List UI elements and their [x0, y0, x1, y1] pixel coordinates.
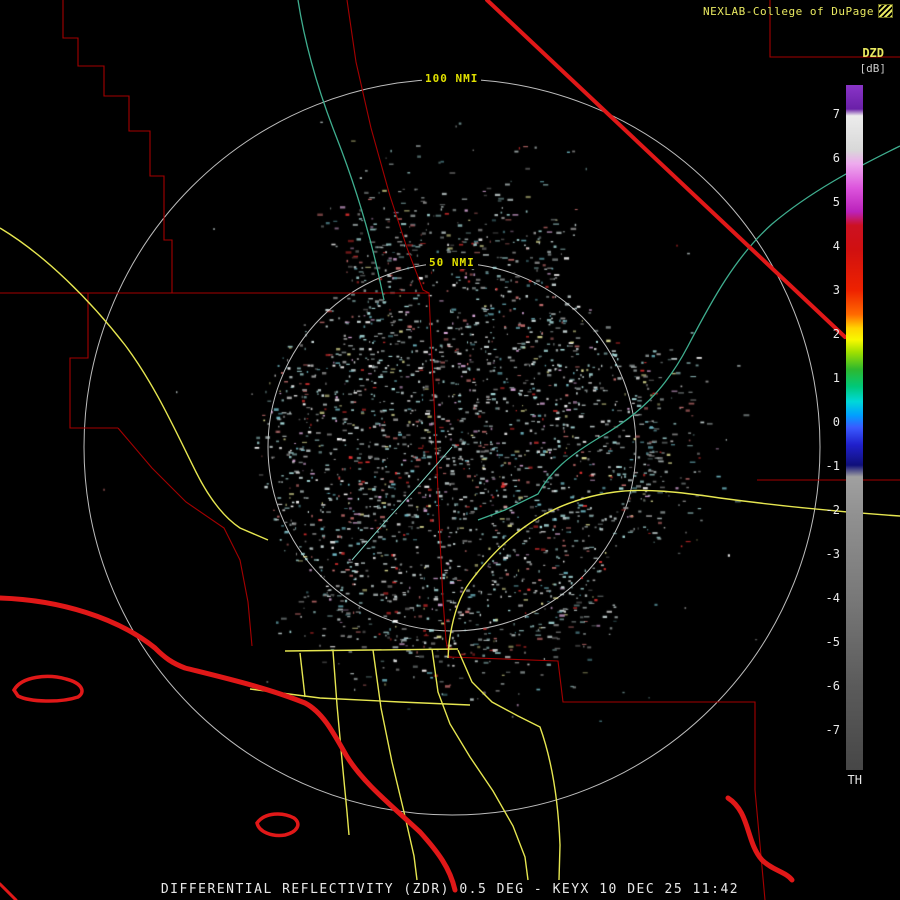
- coastal-road-line: [0, 595, 458, 893]
- colorbar-tick: 0: [832, 415, 840, 429]
- colorbar-tick: -5: [825, 635, 840, 649]
- county-boundary-line: [69, 293, 118, 429]
- county-boundary-line: [117, 427, 253, 647]
- colorbar-tick: 4: [832, 239, 840, 253]
- river-line: [297, 0, 385, 301]
- highway-line: [372, 649, 418, 881]
- map-overlay-layer: [0, 0, 900, 900]
- colorbar-tick: 6: [832, 151, 840, 165]
- colorbar-tick: 7: [832, 107, 840, 121]
- colorbar-tick: -7: [825, 723, 840, 737]
- river-line: [351, 446, 453, 561]
- colorbar-ticks: 7 6 5 4 3 2 1 0 -1 -2 -3 -4 -5 -6 -7: [810, 0, 900, 800]
- radar-display: 100 NMI 50 NMI NEXLAB-College of DuPage …: [0, 0, 900, 900]
- colorbar-tick: 3: [832, 283, 840, 297]
- inner-ring-label: 50 NMI: [426, 256, 478, 269]
- county-boundary-line: [346, 0, 450, 658]
- interstate-line: [485, 0, 847, 339]
- colorbar-panel: DZD [dB] 7 6 5 4 3 2 1 0 -1 -2 -3 -4 -5 -6 -7 TH: [810, 0, 900, 800]
- outer-ring-label: 100 NMI: [422, 72, 482, 85]
- highway-line: [431, 648, 529, 881]
- colorbar-tick: 2: [832, 327, 840, 341]
- highways: [0, 227, 900, 881]
- island-outline: [255, 812, 300, 838]
- colorbar-tick: -2: [825, 503, 840, 517]
- colorbar-bottom-label: TH: [847, 773, 862, 787]
- highway-line: [299, 652, 306, 698]
- colorbar-tick: 5: [832, 195, 840, 209]
- colorbar-tick: -6: [825, 679, 840, 693]
- highway-line: [0, 227, 269, 541]
- colorbar-tick: -3: [825, 547, 840, 561]
- major-roads: [0, 0, 847, 900]
- product-status-text: DIFFERENTIAL REFLECTIVITY (ZDR) 0.5 DEG …: [160, 882, 740, 897]
- colorbar-tick: -1: [825, 459, 840, 473]
- county-boundary-line: [448, 656, 766, 900]
- island-outline: [11, 674, 84, 703]
- colorbar-tick: 1: [832, 371, 840, 385]
- colorbar-tick: -4: [825, 591, 840, 605]
- county-boundary-line: [62, 0, 173, 293]
- highway-line: [457, 649, 561, 881]
